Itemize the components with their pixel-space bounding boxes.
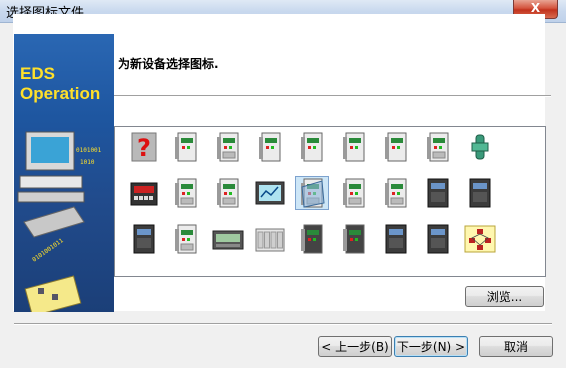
icon-item[interactable] (291, 131, 333, 177)
io-module-icon-2 (175, 178, 197, 208)
cancel-button[interactable]: 取消 (479, 336, 553, 357)
instruction-text: 为新设备选择图标. (118, 57, 219, 71)
io-module-icon-3 (343, 178, 365, 208)
icon-item[interactable] (333, 177, 375, 223)
icon-item[interactable] (123, 177, 165, 223)
io-module-icon-1 (217, 132, 239, 162)
icon-item[interactable] (249, 131, 291, 177)
icon-item[interactable] (207, 223, 249, 269)
icon-item[interactable] (459, 223, 501, 269)
display-panel-icon (130, 182, 158, 206)
icon-item[interactable] (375, 223, 417, 269)
terminal-module-icon (427, 132, 449, 162)
unknown-device-icon: ? (131, 132, 157, 162)
back-button[interactable]: < 上一步(B) (318, 336, 392, 357)
icon-item[interactable] (333, 223, 375, 269)
inverter-icon-3 (133, 224, 155, 254)
icon-item[interactable] (249, 177, 291, 223)
icon-item[interactable] (165, 177, 207, 223)
network-node-icon (385, 178, 407, 208)
controller-module-icon-1 (259, 132, 281, 162)
plc-rack-icon (255, 228, 285, 252)
icon-item[interactable] (291, 223, 333, 269)
inverter-icon-1 (427, 178, 449, 208)
inverter-icon-4 (385, 224, 407, 254)
drive-module-icon-5 (301, 224, 323, 254)
icon-item[interactable] (207, 131, 249, 177)
mounted-module-icon (295, 176, 329, 210)
network-diagram-icon (464, 225, 496, 253)
icon-list[interactable]: ? (114, 126, 546, 277)
inverter-icon-5 (427, 224, 449, 254)
connector-icon (471, 134, 489, 160)
text-display-icon (212, 230, 244, 250)
icon-item[interactable] (417, 177, 459, 223)
computer-illustration-icon: 0101001 1010 0101001011 (17, 131, 102, 312)
inverter-icon-2 (469, 178, 491, 208)
plc-module-icon (343, 224, 365, 254)
icon-item[interactable] (165, 223, 207, 269)
footer-divider (14, 323, 552, 325)
next-button[interactable]: 下一步(N) > (394, 336, 468, 357)
network-adapter-icon (217, 178, 239, 208)
icon-item[interactable] (417, 223, 459, 269)
drive-module-icon-4 (385, 132, 407, 162)
icon-item[interactable] (291, 176, 333, 223)
icon-item[interactable] (207, 177, 249, 223)
banner-title-line1: EDS (20, 64, 55, 83)
icon-item[interactable]: ? (123, 131, 165, 177)
icon-item[interactable] (375, 131, 417, 177)
drive-module-icon-3 (343, 132, 365, 162)
icon-item[interactable] (123, 223, 165, 269)
svg-text:0101001: 0101001 (76, 147, 102, 154)
dialog-window: 选择图标文件 X EDS Operation 0101001 1010 0101… (0, 0, 566, 368)
icon-item[interactable] (165, 131, 207, 177)
svg-text:?: ? (137, 134, 151, 162)
eds-banner-image: EDS Operation 0101001 1010 0101001011 (14, 34, 114, 312)
icon-item[interactable] (459, 131, 501, 177)
hmi-screen-icon (255, 181, 285, 205)
svg-text:0101001011: 0101001011 (31, 237, 65, 264)
io-module-icon-4 (175, 224, 197, 254)
svg-text:1010: 1010 (80, 159, 95, 166)
banner-title-line2: Operation (20, 84, 101, 103)
icon-item[interactable] (249, 223, 291, 269)
browse-button[interactable]: 浏览... (465, 286, 544, 307)
icon-item[interactable] (459, 177, 501, 223)
drive-module-icon-2 (301, 132, 323, 162)
icon-item[interactable] (333, 131, 375, 177)
icon-item[interactable] (375, 177, 417, 223)
drive-module-icon-1 (175, 132, 197, 162)
header-divider (114, 95, 551, 97)
icon-item[interactable] (417, 131, 459, 177)
